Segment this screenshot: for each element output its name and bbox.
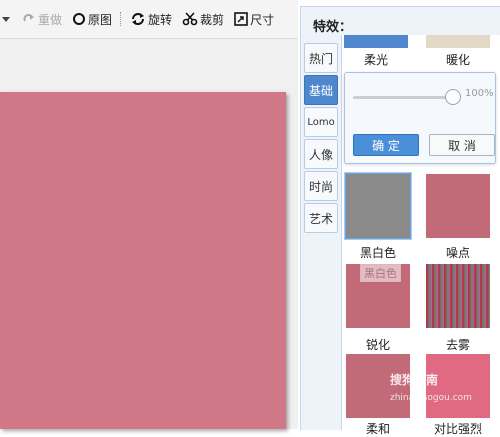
- intensity-slider-handle[interactable]: [445, 89, 461, 105]
- intensity-slider-track[interactable]: [353, 96, 449, 99]
- size-button[interactable]: 尺寸: [234, 9, 274, 29]
- rotate-button[interactable]: 旋转: [130, 9, 172, 29]
- intensity-popup: 100% 确 定 取 消: [344, 72, 496, 164]
- effect-label-warm: 暖化: [445, 53, 470, 67]
- effect-tooltip: 黑白色: [360, 264, 401, 282]
- effect-label-sharpen: 锐化: [365, 338, 390, 352]
- confirm-button[interactable]: 确 定: [353, 134, 419, 156]
- crop-label: 裁剪: [200, 12, 225, 27]
- tab-basic[interactable]: 基础: [304, 75, 338, 105]
- effect-thumb-soft-light[interactable]: [344, 35, 408, 48]
- panel-title: 特效：: [313, 20, 353, 35]
- effect-label-noise: 噪点: [445, 246, 470, 260]
- cancel-button[interactable]: 取 消: [429, 134, 495, 156]
- effect-label-black-white: 黑白色: [359, 246, 396, 260]
- watermark-logo: 搜狗指南: [390, 373, 439, 387]
- tab-fashion[interactable]: 时尚: [304, 171, 338, 201]
- redo-button[interactable]: 重做: [22, 9, 62, 29]
- effect-thumb-warm[interactable]: [426, 35, 490, 48]
- tab-hot[interactable]: 热门: [304, 43, 338, 73]
- rotate-label: 旋转: [148, 12, 173, 27]
- redo-icon: [23, 14, 34, 22]
- size-label: 尺寸: [250, 12, 275, 27]
- original-label: 原图: [88, 12, 113, 27]
- effects-grid: 柔光 暖化 100% 确 定 取 消 黑白色 噪点 锐化 去雾 柔和 对比强烈 …: [341, 35, 500, 436]
- effect-label-soft-light: 柔光: [363, 53, 388, 67]
- intensity-value: 100%: [465, 88, 494, 99]
- tab-lomo[interactable]: Lomo: [304, 107, 338, 137]
- effect-category-tabs: 热门 基础 Lomo 人像 时尚 艺术: [301, 43, 341, 235]
- scissors-icon: [182, 12, 198, 26]
- photo-canvas[interactable]: [0, 92, 286, 429]
- effect-thumb-dehaze[interactable]: [426, 264, 490, 328]
- dropdown-caret-icon[interactable]: [2, 16, 10, 22]
- rotate-icon: [132, 13, 145, 25]
- redo-label: 重做: [38, 12, 63, 27]
- tab-portrait[interactable]: 人像: [304, 139, 338, 169]
- toolbar: 重做 原图 旋转 裁剪 尺寸: [0, 0, 298, 39]
- effect-thumb-noise[interactable]: [426, 174, 490, 238]
- effect-label-dehaze: 去雾: [445, 338, 470, 352]
- crop-button[interactable]: 裁剪: [182, 9, 224, 29]
- circle-icon: [73, 13, 86, 25]
- effects-panel: 特效： 热门 基础 Lomo 人像 时尚 艺术 柔光 暖化 100% 确 定 取…: [300, 6, 500, 436]
- tab-art[interactable]: 艺术: [304, 203, 338, 233]
- toolbar-divider: [120, 12, 122, 26]
- canvas-area: [0, 39, 298, 429]
- resize-icon: [234, 12, 248, 26]
- watermark-url: zhinan.sogou.com: [390, 393, 472, 403]
- original-button[interactable]: 原图: [72, 9, 112, 29]
- effect-thumb-black-white[interactable]: [345, 173, 411, 239]
